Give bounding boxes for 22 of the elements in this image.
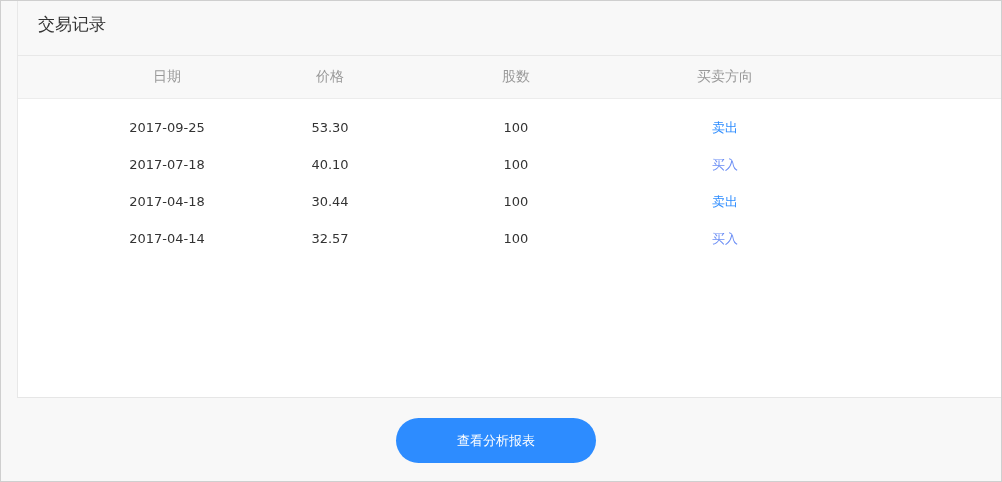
table-cell: 30.44	[311, 194, 349, 209]
column-header: 买卖方向	[697, 68, 753, 86]
panel-title: 交易记录	[38, 13, 106, 36]
table-cell: 53.30	[311, 120, 349, 135]
table-cell: 40.10	[311, 157, 349, 172]
table-cell: 2017-04-18	[129, 194, 205, 209]
direction-cell: 买入	[712, 155, 738, 174]
column-header: 日期	[153, 68, 181, 86]
table-cell: 100	[503, 231, 529, 246]
direction-cell: 卖出	[712, 192, 738, 211]
direction-cell: 买入	[712, 229, 738, 248]
column-header: 价格	[316, 68, 344, 86]
table-cell: 100	[503, 120, 529, 135]
table-cell: 2017-09-25	[129, 120, 205, 135]
table-cell: 2017-07-18	[129, 157, 205, 172]
column-header: 股数	[502, 68, 530, 86]
table-cell: 100	[503, 157, 529, 172]
table-cell: 100	[503, 194, 529, 209]
table-cell: 32.57	[311, 231, 349, 246]
view-report-button[interactable]: 查看分析报表	[396, 418, 596, 463]
direction-cell: 卖出	[712, 118, 738, 137]
table-cell: 2017-04-14	[129, 231, 205, 246]
